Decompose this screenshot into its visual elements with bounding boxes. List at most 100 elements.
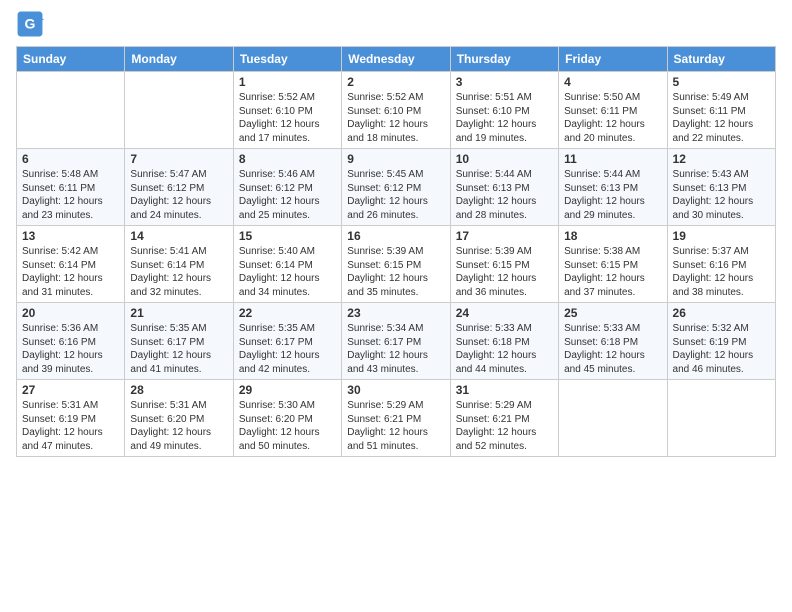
day-info: Sunrise: 5:36 AM Sunset: 6:16 PM Dayligh… <box>22 322 119 376</box>
calendar-cell: 19 Sunrise: 5:37 AM Sunset: 6:16 PM Dayli… <box>667 226 775 303</box>
calendar-header-wednesday: Wednesday <box>342 47 450 72</box>
day-number: 31 <box>456 383 553 397</box>
day-number: 12 <box>673 152 770 166</box>
calendar-cell: 9 Sunrise: 5:45 AM Sunset: 6:12 PM Daylig… <box>342 149 450 226</box>
day-info: Sunrise: 5:33 AM Sunset: 6:18 PM Dayligh… <box>456 322 553 376</box>
day-number: 17 <box>456 229 553 243</box>
day-info: Sunrise: 5:31 AM Sunset: 6:19 PM Dayligh… <box>22 399 119 453</box>
calendar-table: SundayMondayTuesdayWednesdayThursdayFrid… <box>16 46 776 457</box>
calendar-cell: 22 Sunrise: 5:35 AM Sunset: 6:17 PM Dayli… <box>233 303 341 380</box>
day-number: 26 <box>673 306 770 320</box>
day-info: Sunrise: 5:49 AM Sunset: 6:11 PM Dayligh… <box>673 91 770 145</box>
calendar-cell: 13 Sunrise: 5:42 AM Sunset: 6:14 PM Dayli… <box>17 226 125 303</box>
day-number: 3 <box>456 75 553 89</box>
day-info: Sunrise: 5:45 AM Sunset: 6:12 PM Dayligh… <box>347 168 444 222</box>
header: G <box>16 10 776 38</box>
calendar-cell: 7Sunrise: 5:47 AM Sunset: 6:12 PM Daylig… <box>125 149 233 226</box>
calendar-header-saturday: Saturday <box>667 47 775 72</box>
day-number: 1 <box>239 75 336 89</box>
day-number: 11 <box>564 152 661 166</box>
day-info: Sunrise: 5:52 AM Sunset: 6:10 PM Dayligh… <box>239 91 336 145</box>
day-info: Sunrise: 5:35 AM Sunset: 6:17 PM Dayligh… <box>130 322 227 376</box>
day-number: 5 <box>673 75 770 89</box>
logo: G <box>16 10 48 38</box>
calendar-cell: 12 Sunrise: 5:43 AM Sunset: 6:13 PM Dayli… <box>667 149 775 226</box>
calendar-cell: 11 Sunrise: 5:44 AM Sunset: 6:13 PM Dayli… <box>559 149 667 226</box>
day-number: 9 <box>347 152 444 166</box>
page: G SundayMondayTuesdayWednesdayThursdayFr… <box>0 0 792 612</box>
calendar-cell: 21Sunrise: 5:35 AM Sunset: 6:17 PM Dayli… <box>125 303 233 380</box>
calendar-cell: 1 Sunrise: 5:52 AM Sunset: 6:10 PM Daylig… <box>233 72 341 149</box>
calendar-cell <box>667 380 775 457</box>
day-info: Sunrise: 5:41 AM Sunset: 6:14 PM Dayligh… <box>130 245 227 299</box>
calendar-cell: 6 Sunrise: 5:48 AM Sunset: 6:11 PM Daylig… <box>17 149 125 226</box>
svg-text:G: G <box>25 16 36 32</box>
day-number: 28 <box>130 383 227 397</box>
calendar-cell: 2 Sunrise: 5:52 AM Sunset: 6:10 PM Daylig… <box>342 72 450 149</box>
day-info: Sunrise: 5:30 AM Sunset: 6:20 PM Dayligh… <box>239 399 336 453</box>
calendar-cell <box>559 380 667 457</box>
day-info: Sunrise: 5:29 AM Sunset: 6:21 PM Dayligh… <box>347 399 444 453</box>
day-info: Sunrise: 5:46 AM Sunset: 6:12 PM Dayligh… <box>239 168 336 222</box>
day-number: 25 <box>564 306 661 320</box>
calendar-cell: 23Sunrise: 5:34 AM Sunset: 6:17 PM Dayli… <box>342 303 450 380</box>
day-info: Sunrise: 5:44 AM Sunset: 6:13 PM Dayligh… <box>456 168 553 222</box>
calendar-cell: 4 Sunrise: 5:50 AM Sunset: 6:11 PM Daylig… <box>559 72 667 149</box>
calendar-cell: 3 Sunrise: 5:51 AM Sunset: 6:10 PM Daylig… <box>450 72 558 149</box>
day-info: Sunrise: 5:38 AM Sunset: 6:15 PM Dayligh… <box>564 245 661 299</box>
day-info: Sunrise: 5:35 AM Sunset: 6:17 PM Dayligh… <box>239 322 336 376</box>
day-number: 30 <box>347 383 444 397</box>
day-info: Sunrise: 5:31 AM Sunset: 6:20 PM Dayligh… <box>130 399 227 453</box>
calendar-cell: 18 Sunrise: 5:38 AM Sunset: 6:15 PM Dayli… <box>559 226 667 303</box>
calendar-header-thursday: Thursday <box>450 47 558 72</box>
calendar-cell: 5 Sunrise: 5:49 AM Sunset: 6:11 PM Daylig… <box>667 72 775 149</box>
day-number: 16 <box>347 229 444 243</box>
calendar-cell: 25Sunrise: 5:33 AM Sunset: 6:18 PM Dayli… <box>559 303 667 380</box>
day-number: 15 <box>239 229 336 243</box>
day-number: 29 <box>239 383 336 397</box>
day-info: Sunrise: 5:29 AM Sunset: 6:21 PM Dayligh… <box>456 399 553 453</box>
calendar-cell: 14Sunrise: 5:41 AM Sunset: 6:14 PM Dayli… <box>125 226 233 303</box>
day-number: 22 <box>239 306 336 320</box>
logo-icon: G <box>16 10 44 38</box>
calendar-cell <box>17 72 125 149</box>
calendar-week-5: 27Sunrise: 5:31 AM Sunset: 6:19 PM Dayli… <box>17 380 776 457</box>
day-info: Sunrise: 5:51 AM Sunset: 6:10 PM Dayligh… <box>456 91 553 145</box>
calendar-header-tuesday: Tuesday <box>233 47 341 72</box>
day-info: Sunrise: 5:42 AM Sunset: 6:14 PM Dayligh… <box>22 245 119 299</box>
calendar-cell: 30 Sunrise: 5:29 AM Sunset: 6:21 PM Dayli… <box>342 380 450 457</box>
day-number: 8 <box>239 152 336 166</box>
day-number: 24 <box>456 306 553 320</box>
calendar-week-2: 6 Sunrise: 5:48 AM Sunset: 6:11 PM Daylig… <box>17 149 776 226</box>
day-info: Sunrise: 5:44 AM Sunset: 6:13 PM Dayligh… <box>564 168 661 222</box>
calendar-cell: 27Sunrise: 5:31 AM Sunset: 6:19 PM Dayli… <box>17 380 125 457</box>
day-number: 18 <box>564 229 661 243</box>
calendar-header-row: SundayMondayTuesdayWednesdayThursdayFrid… <box>17 47 776 72</box>
calendar-cell: 24 Sunrise: 5:33 AM Sunset: 6:18 PM Dayli… <box>450 303 558 380</box>
calendar-header-monday: Monday <box>125 47 233 72</box>
calendar-cell: 20 Sunrise: 5:36 AM Sunset: 6:16 PM Dayli… <box>17 303 125 380</box>
calendar-cell: 31 Sunrise: 5:29 AM Sunset: 6:21 PM Dayli… <box>450 380 558 457</box>
day-info: Sunrise: 5:48 AM Sunset: 6:11 PM Dayligh… <box>22 168 119 222</box>
day-number: 7 <box>130 152 227 166</box>
calendar-cell: 17Sunrise: 5:39 AM Sunset: 6:15 PM Dayli… <box>450 226 558 303</box>
calendar-cell: 26Sunrise: 5:32 AM Sunset: 6:19 PM Dayli… <box>667 303 775 380</box>
calendar-cell: 16 Sunrise: 5:39 AM Sunset: 6:15 PM Dayli… <box>342 226 450 303</box>
day-info: Sunrise: 5:39 AM Sunset: 6:15 PM Dayligh… <box>347 245 444 299</box>
day-info: Sunrise: 5:43 AM Sunset: 6:13 PM Dayligh… <box>673 168 770 222</box>
day-info: Sunrise: 5:34 AM Sunset: 6:17 PM Dayligh… <box>347 322 444 376</box>
day-info: Sunrise: 5:37 AM Sunset: 6:16 PM Dayligh… <box>673 245 770 299</box>
calendar-cell: 28 Sunrise: 5:31 AM Sunset: 6:20 PM Dayli… <box>125 380 233 457</box>
day-number: 10 <box>456 152 553 166</box>
day-info: Sunrise: 5:50 AM Sunset: 6:11 PM Dayligh… <box>564 91 661 145</box>
day-number: 6 <box>22 152 119 166</box>
day-info: Sunrise: 5:40 AM Sunset: 6:14 PM Dayligh… <box>239 245 336 299</box>
calendar-week-1: 1 Sunrise: 5:52 AM Sunset: 6:10 PM Daylig… <box>17 72 776 149</box>
day-number: 13 <box>22 229 119 243</box>
day-number: 20 <box>22 306 119 320</box>
day-number: 19 <box>673 229 770 243</box>
day-number: 4 <box>564 75 661 89</box>
day-number: 2 <box>347 75 444 89</box>
day-info: Sunrise: 5:52 AM Sunset: 6:10 PM Dayligh… <box>347 91 444 145</box>
calendar-week-4: 20 Sunrise: 5:36 AM Sunset: 6:16 PM Dayli… <box>17 303 776 380</box>
